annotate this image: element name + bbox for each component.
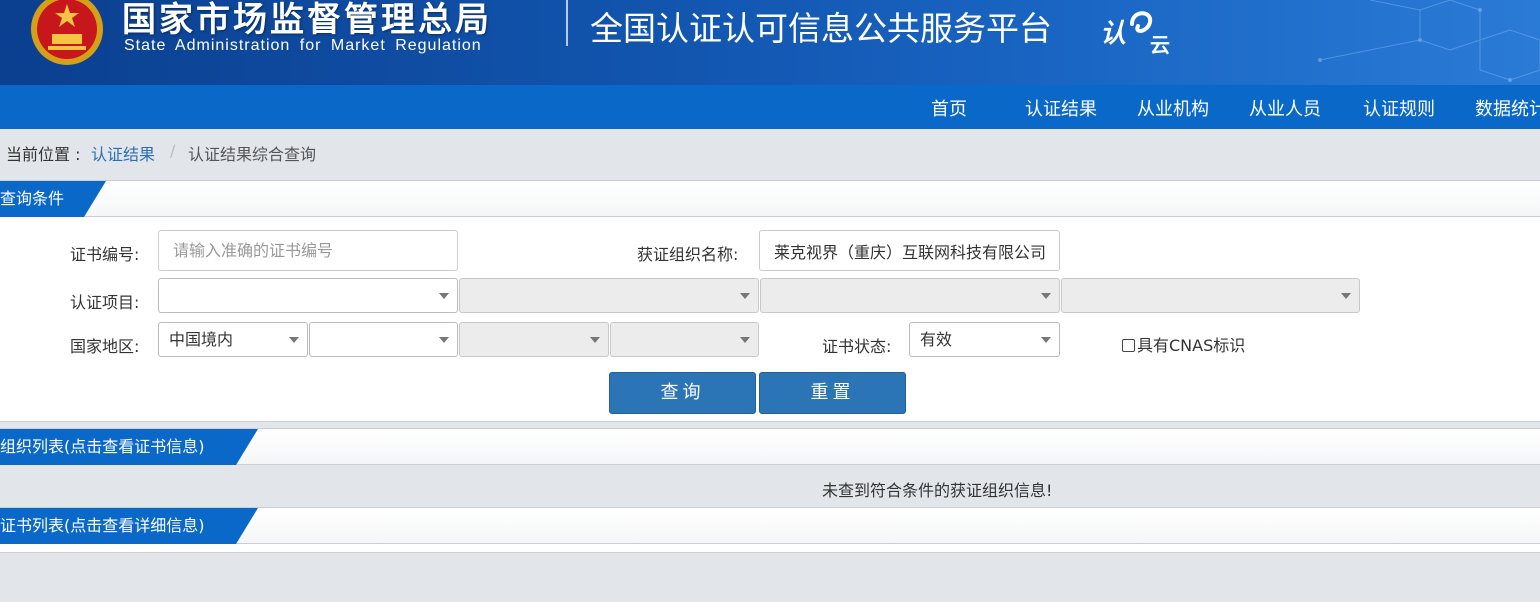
chevron-down-icon: [289, 337, 299, 343]
renyun-logo-icon: 认 云: [1100, 11, 1170, 56]
org-list-empty-message: 未查到符合条件的获证组织信息!: [822, 481, 1053, 500]
breadcrumb-label: 当前位置 :: [6, 145, 81, 164]
agency-title-en: State Administration for Market Regulati…: [124, 37, 482, 54]
chevron-down-icon: [439, 337, 449, 343]
cert-no-input[interactable]: [158, 230, 458, 271]
cnas-checkbox[interactable]: 具有CNAS标识: [1122, 332, 1245, 356]
cert-list-body: [0, 544, 1540, 553]
chevron-down-icon: [439, 293, 449, 299]
svg-text:云: 云: [1150, 33, 1170, 56]
nav-item-cert-rules[interactable]: 认证规则: [1363, 95, 1435, 121]
query-section-header: 查询条件: [0, 180, 1540, 217]
chevron-down-icon: [1041, 337, 1051, 343]
cnas-checkbox-label: 具有CNAS标识: [1137, 336, 1246, 355]
agency-title-cn: 国家市场监督管理总局: [122, 0, 492, 40]
site-header: 国家市场监督管理总局 State Administration for Mark…: [0, 0, 1540, 85]
platform-title: 全国认证认可信息公共服务平台: [590, 9, 1052, 48]
project-select-4: [1061, 278, 1360, 313]
nav-item-institutions[interactable]: 从业机构: [1137, 95, 1209, 121]
chevron-down-icon: [590, 337, 600, 343]
reset-button[interactable]: 重置: [759, 372, 906, 414]
breadcrumb: 当前位置 : 认证结果 / 认证结果综合查询: [0, 129, 1540, 173]
region-label: 国家地区:: [70, 337, 140, 356]
tech-pattern-decoration: [1318, 0, 1540, 82]
status-select[interactable]: 有效: [909, 322, 1060, 357]
project-select-3: [760, 278, 1060, 313]
region-select-country[interactable]: 中国境内: [158, 322, 308, 357]
query-section-title: 查询条件: [0, 181, 106, 217]
status-label: 证书状态:: [822, 337, 892, 356]
nav-item-cert-results[interactable]: 认证结果: [1025, 95, 1097, 121]
cert-list-header: 证书列表(点击查看详细信息): [0, 507, 1540, 544]
org-list-empty: 未查到符合条件的获证组织信息!: [0, 465, 1540, 507]
breadcrumb-link-cert-results[interactable]: 认证结果: [91, 141, 155, 165]
breadcrumb-separator: /: [170, 141, 176, 160]
main-nav: 首页 认证结果 从业机构 从业人员 认证规则 数据统计: [0, 85, 1540, 129]
query-button[interactable]: 查询: [609, 372, 756, 414]
cert-list-title: 证书列表(点击查看详细信息): [0, 508, 258, 544]
nav-item-home[interactable]: 首页: [931, 95, 967, 121]
project-select-1[interactable]: [158, 278, 458, 313]
region-select-province[interactable]: [309, 322, 458, 357]
chevron-down-icon: [740, 293, 750, 299]
region-select-city: [459, 322, 609, 357]
chevron-down-icon: [1041, 293, 1051, 299]
region-select-value: 中国境内: [169, 330, 234, 349]
checkbox-box[interactable]: [1122, 339, 1135, 352]
status-select-value: 有效: [920, 330, 953, 349]
breadcrumb-current: 认证结果综合查询: [188, 145, 317, 164]
org-list-title: 组织列表(点击查看证书信息): [0, 429, 258, 465]
chevron-down-icon: [1341, 293, 1351, 299]
org-name-input[interactable]: [759, 230, 1060, 271]
national-emblem-icon: [31, 0, 103, 65]
header-divider: [566, 0, 568, 46]
project-select-2: [459, 278, 759, 313]
project-label: 认证项目:: [70, 293, 140, 312]
svg-text:认: 认: [1100, 19, 1126, 49]
org-list-header: 组织列表(点击查看证书信息): [0, 428, 1540, 465]
chevron-down-icon: [740, 337, 750, 343]
org-name-label: 获证组织名称:: [637, 245, 739, 264]
cert-no-label: 证书编号:: [70, 245, 140, 264]
region-select-district: [610, 322, 759, 357]
nav-item-statistics[interactable]: 数据统计: [1475, 95, 1540, 121]
query-form: 证书编号: 获证组织名称: 认证项目: 国家地区: 中国境内 证书状态: 有效 …: [0, 217, 1540, 422]
nav-item-personnel[interactable]: 从业人员: [1249, 95, 1321, 121]
